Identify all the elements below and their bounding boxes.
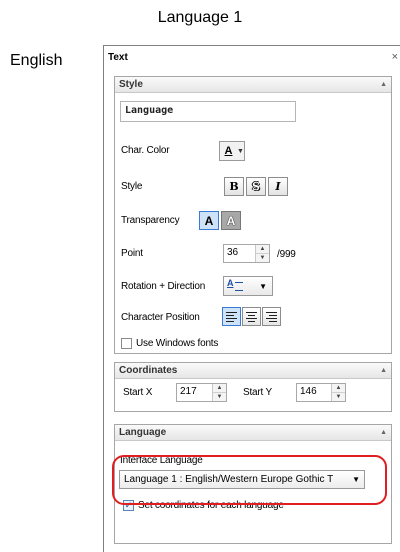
transparency-row: Transparency — [121, 215, 180, 226]
style-button-group: B S I — [224, 177, 288, 196]
panel-header: Text × — [104, 46, 400, 68]
collapse-caret-icon[interactable]: ▲ — [380, 367, 387, 374]
point-max-label: /999 — [277, 249, 296, 260]
rotation-label: Rotation + Direction — [121, 281, 206, 292]
coordinates-section-header[interactable]: Coordinates ▲ — [115, 363, 391, 379]
language-section-header[interactable]: Language ▲ — [115, 425, 391, 441]
transparency-label: Transparency — [121, 215, 180, 226]
panel-title: Text — [108, 51, 128, 63]
style-section-title: Style — [119, 79, 143, 90]
spin-down-icon[interactable]: ▼ — [256, 253, 269, 262]
language-side-label: English — [10, 52, 63, 69]
page-heading: Language 1 — [157, 9, 243, 26]
dropdown-arrow-icon: ▼ — [259, 281, 267, 291]
transparency-button-group: A A — [199, 211, 241, 230]
text-content-field[interactable]: Language — [120, 101, 296, 122]
dropdown-arrow-icon: ▼ — [237, 147, 244, 155]
highlight-annotation — [112, 455, 387, 505]
rotation-row: Rotation + Direction — [121, 281, 205, 292]
style-section: Style ▲ Language Char. Color A ▼ Style B… — [114, 76, 392, 354]
align-right-button[interactable] — [262, 307, 281, 326]
char-color-row: Char. Color — [121, 145, 170, 156]
spin-down-icon[interactable]: ▼ — [213, 392, 226, 401]
use-windows-fonts-row[interactable]: Use Windows fonts — [121, 338, 218, 349]
text-direction-icon — [227, 278, 243, 292]
char-color-label: Char. Color — [121, 145, 170, 156]
start-y-value[interactable]: 146 — [297, 384, 331, 401]
text-properties-panel: Text × Style ▲ Language Char. Color A ▼ … — [103, 45, 400, 552]
use-windows-fonts-checkbox[interactable] — [121, 338, 132, 349]
opaque-button[interactable]: A — [221, 211, 241, 230]
coordinates-section: Coordinates ▲ Start X 217 ▲ ▼ Start Y 146… — [114, 362, 392, 412]
style-label: Style — [121, 181, 143, 192]
use-windows-fonts-label: Use Windows fonts — [136, 338, 219, 349]
spin-down-icon[interactable]: ▼ — [332, 392, 345, 401]
spin-up-icon[interactable]: ▲ — [256, 245, 269, 253]
align-left-button[interactable] — [222, 307, 241, 326]
collapse-caret-icon[interactable]: ▲ — [380, 429, 387, 436]
char-position-row: Character Position — [121, 312, 200, 323]
spin-up-icon[interactable]: ▲ — [213, 384, 226, 392]
close-icon[interactable]: × — [392, 51, 398, 63]
align-center-button[interactable] — [242, 307, 261, 326]
start-y-label: Start Y — [243, 387, 272, 398]
coordinates-section-title: Coordinates — [119, 365, 178, 376]
rotation-direction-dropdown[interactable]: ▼ — [223, 276, 273, 296]
collapse-caret-icon[interactable]: ▲ — [380, 81, 387, 88]
language-section-title: Language — [119, 427, 167, 438]
style-section-header[interactable]: Style ▲ — [115, 77, 391, 93]
point-label: Point — [121, 248, 143, 259]
style-row: Style — [121, 181, 142, 192]
point-row: Point — [121, 248, 143, 259]
font-color-icon: A — [224, 145, 233, 157]
start-x-stepper[interactable]: 217 ▲ ▼ — [176, 383, 227, 402]
start-x-value[interactable]: 217 — [177, 384, 212, 401]
italic-button[interactable]: I — [268, 177, 288, 196]
char-position-label: Character Position — [121, 312, 200, 323]
start-y-stepper[interactable]: 146 ▲ ▼ — [296, 383, 346, 402]
spin-up-icon[interactable]: ▲ — [332, 384, 345, 392]
transparent-button[interactable]: A — [199, 211, 219, 230]
point-value[interactable]: 36 — [224, 245, 255, 262]
shadow-button[interactable]: S — [246, 177, 266, 196]
char-color-button[interactable]: A ▼ — [219, 141, 245, 161]
bold-button[interactable]: B — [224, 177, 244, 196]
alignment-button-group — [222, 307, 281, 326]
start-x-label: Start X — [123, 387, 153, 398]
point-stepper[interactable]: 36 ▲ ▼ — [223, 244, 270, 263]
